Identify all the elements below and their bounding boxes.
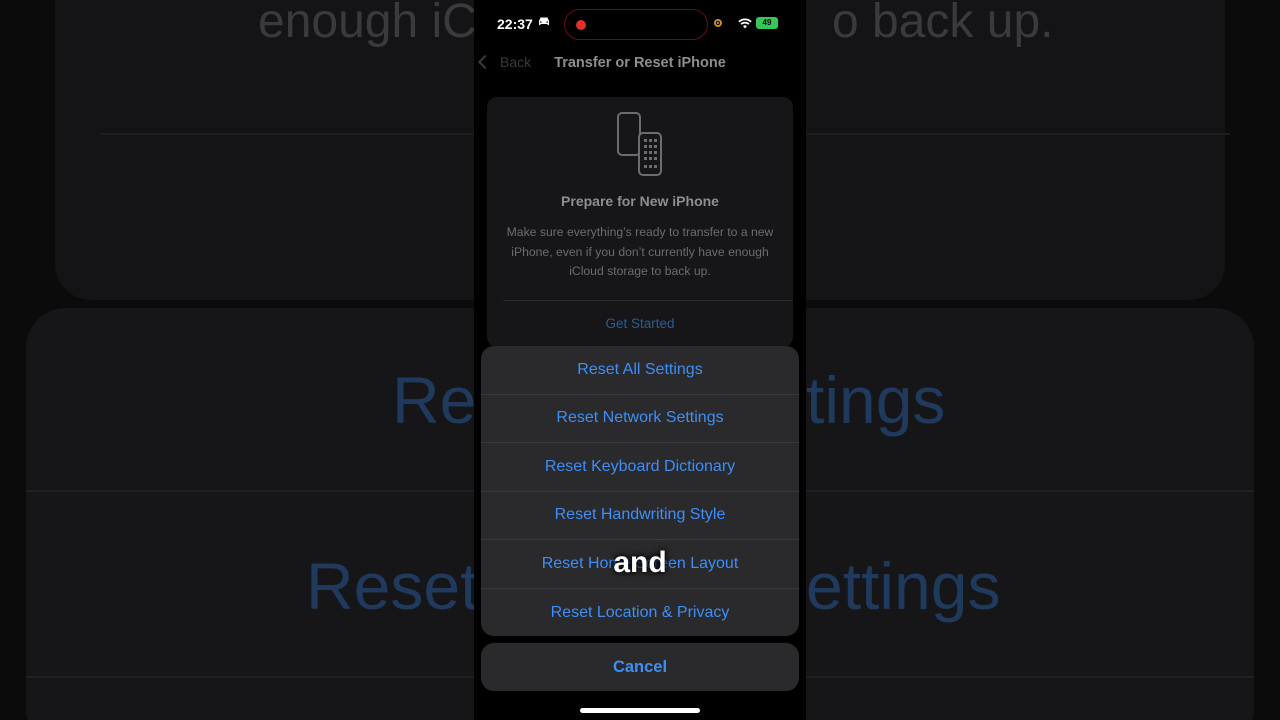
reset-keyboard-dictionary-button[interactable]: Reset Keyboard Dictionary [481, 443, 799, 492]
phone-screen: 22:37 49 Back Transfer or Reset iPhone P… [474, 0, 806, 720]
prepare-description: Make sure everything’s ready to transfer… [506, 225, 774, 278]
background-text: tings [806, 363, 946, 437]
reset-all-settings-button[interactable]: Reset All Settings [481, 346, 799, 395]
phones-transfer-icon [617, 112, 662, 176]
car-icon [537, 15, 551, 30]
get-started-button[interactable]: Get Started [487, 316, 793, 331]
video-caption: and [613, 546, 667, 579]
reset-location-privacy-button[interactable]: Reset Location & Privacy [481, 589, 799, 637]
page-title: Transfer or Reset iPhone [554, 55, 726, 71]
wifi-icon [738, 18, 752, 29]
home-indicator[interactable] [580, 708, 700, 713]
status-time: 22:37 [497, 16, 533, 32]
mic-indicator-icon [714, 19, 722, 27]
prepare-title: Prepare for New iPhone [561, 193, 719, 209]
recording-icon [576, 20, 586, 30]
background-text: enough iC [258, 0, 477, 48]
dynamic-island[interactable] [564, 9, 708, 40]
reset-action-sheet: Reset All Settings Reset Network Setting… [481, 346, 799, 636]
divider [503, 300, 793, 301]
background-text: o back up. [832, 0, 1054, 48]
prepare-card: Prepare for New iPhone Make sure everyth… [487, 97, 793, 347]
reset-network-settings-button[interactable]: Reset Network Settings [481, 395, 799, 443]
cancel-button[interactable]: Cancel [481, 643, 799, 691]
reset-handwriting-style-button[interactable]: Reset Handwriting Style [481, 492, 799, 540]
battery-icon: 49 [756, 17, 778, 29]
